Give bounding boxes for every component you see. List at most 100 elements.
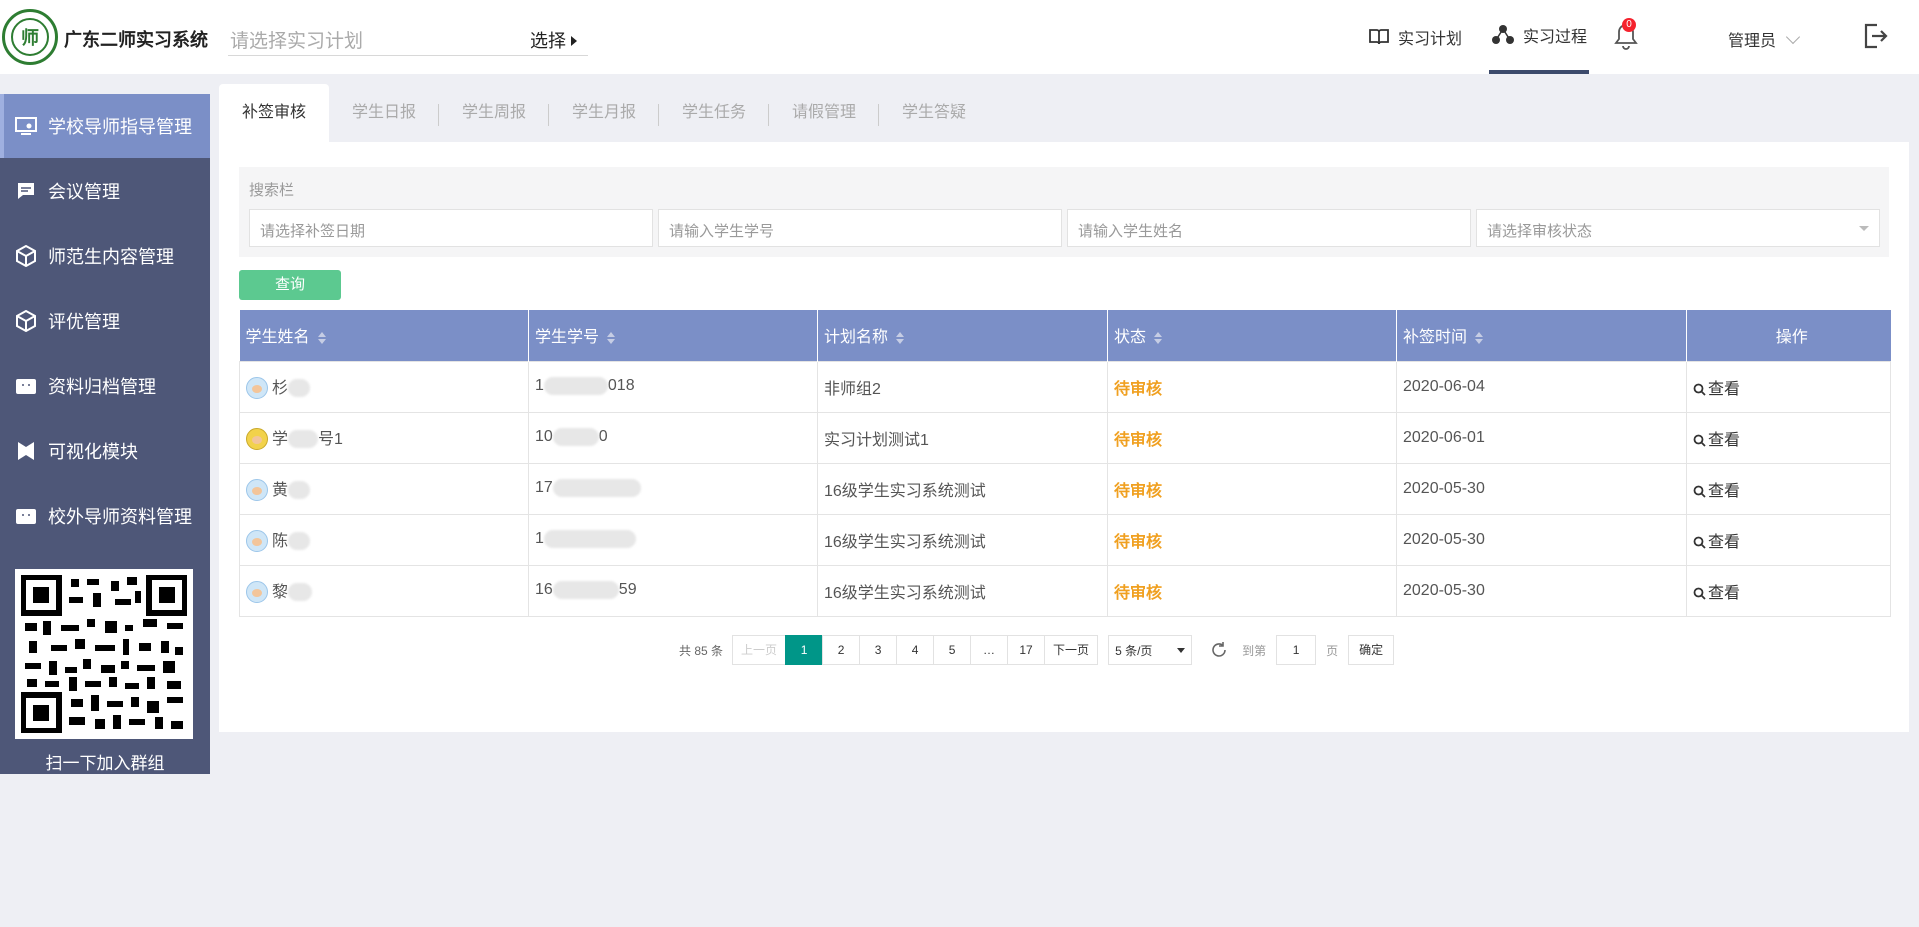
page-button[interactable]: 2 — [822, 635, 861, 665]
search-icon — [1693, 587, 1706, 600]
cell-plan-name: 非师组2 — [817, 360, 1108, 413]
caret-right-icon — [571, 36, 577, 46]
sidebar-item-meeting[interactable]: 会议管理 — [0, 159, 210, 223]
next-page-button[interactable]: 下一页 — [1044, 635, 1099, 665]
page-button[interactable]: 4 — [896, 635, 935, 665]
top-header: 师 广东二师实习系统 请选择实习计划 选择 实习计划 实习过程 0 管理员 — [0, 0, 1919, 74]
chat-icon — [14, 179, 38, 203]
nav-internship-plan[interactable]: 实习计划 — [1368, 0, 1462, 74]
column-header-student-id[interactable]: 学生学号 — [528, 310, 818, 361]
refresh-icon[interactable] — [1210, 641, 1228, 659]
view-button[interactable]: 查看 — [1693, 534, 1740, 551]
sidebar-item-normal-student[interactable]: 师范生内容管理 — [0, 224, 210, 288]
redacted-text — [543, 377, 608, 396]
sidebar-item-visualization[interactable]: 可视化模块 — [0, 419, 210, 483]
logout-icon[interactable] — [1862, 22, 1888, 50]
table-row: 黄 17 16级学生实习系统测试 待审核 2020-05-30 查看 — [239, 462, 1891, 515]
cell-status: 待审核 — [1107, 513, 1397, 566]
monitor-icon — [14, 114, 38, 138]
page-size-select[interactable]: 5 条/页 — [1108, 635, 1193, 665]
goto-confirm-button[interactable]: 确定 — [1348, 635, 1395, 665]
page-button[interactable]: 17 — [1007, 635, 1046, 665]
cell-actions: 查看 — [1686, 513, 1891, 566]
cell-student-name: 陈 — [239, 513, 529, 566]
cell-status: 待审核 — [1107, 462, 1397, 515]
user-menu[interactable]: 管理员 — [1728, 27, 1801, 51]
view-button[interactable]: 查看 — [1693, 483, 1740, 500]
sidebar-item-evaluation[interactable]: 评优管理 — [0, 289, 210, 353]
tab-student-qa[interactable]: 学生答疑 — [879, 84, 989, 142]
cell-status: 待审核 — [1107, 411, 1397, 464]
review-table: 学生姓名 学生学号 计划名称 状态 补签时间 操作 杉 1 018 非师组2 待审… — [239, 310, 1891, 617]
share-nodes-icon — [1492, 25, 1514, 44]
dropdown-arrow-icon — [1177, 647, 1186, 653]
cell-student-id: 1 018 — [528, 360, 818, 413]
app-title: 广东二师实习系统 — [64, 30, 208, 50]
redacted-text — [552, 479, 641, 498]
search-icon — [1693, 536, 1706, 549]
cell-actions: 查看 — [1686, 360, 1891, 413]
cell-makeup-time: 2020-05-30 — [1396, 564, 1687, 617]
view-button[interactable]: 查看 — [1693, 381, 1740, 398]
sort-icon[interactable] — [1154, 332, 1163, 345]
nav-internship-process[interactable]: 实习过程 — [1489, 0, 1590, 74]
column-header-student-name[interactable]: 学生姓名 — [239, 310, 529, 361]
redacted-text — [543, 530, 636, 549]
cube-icon — [14, 244, 38, 268]
tab-daily-report[interactable]: 学生日报 — [329, 84, 439, 142]
plan-select-placeholder[interactable]: 请选择实习计划 — [230, 26, 363, 53]
query-button[interactable]: 查询 — [239, 270, 341, 300]
status-badge: 待审核 — [1114, 431, 1163, 449]
cell-plan-name: 16级学生实习系统测试 — [817, 513, 1108, 566]
makeup-date-input[interactable]: 请选择补签日期 — [249, 209, 653, 247]
sidebar-item-archive[interactable]: 资料归档管理 — [0, 354, 210, 418]
goto-page-input[interactable]: 1 — [1276, 635, 1317, 665]
cell-student-id: 1 — [528, 513, 818, 566]
sort-icon[interactable] — [1475, 332, 1484, 345]
page-button[interactable]: 5 — [933, 635, 972, 665]
redacted-text — [288, 430, 319, 449]
avatar — [246, 581, 268, 604]
cell-plan-name: 实习计划测试1 — [817, 411, 1108, 464]
column-header-status[interactable]: 状态 — [1107, 310, 1397, 361]
sidebar-item-school-mentor[interactable]: 学校导师指导管理 — [0, 94, 210, 158]
tab-student-tasks[interactable]: 学生任务 — [659, 84, 769, 142]
school-logo: 师 — [2, 9, 58, 65]
plan-selector[interactable]: 请选择实习计划 选择 — [228, 16, 588, 56]
sort-icon[interactable] — [607, 332, 616, 345]
sidebar-item-external-mentor[interactable]: 校外导师资料管理 — [0, 484, 210, 548]
view-button[interactable]: 查看 — [1693, 585, 1740, 602]
select-button[interactable]: 选择 — [530, 27, 577, 53]
column-header-makeup-time[interactable]: 补签时间 — [1396, 310, 1687, 361]
sort-icon[interactable] — [896, 332, 905, 345]
status-badge: 待审核 — [1114, 380, 1163, 398]
cell-student-name: 黎 — [239, 564, 529, 617]
prev-page-button[interactable]: 上一页 — [732, 635, 787, 665]
avatar — [246, 479, 268, 502]
tab-leave-management[interactable]: 请假管理 — [769, 84, 879, 142]
view-button[interactable]: 查看 — [1693, 432, 1740, 449]
redacted-text — [552, 428, 599, 447]
tab-monthly-report[interactable]: 学生月报 — [549, 84, 659, 142]
dropdown-arrow-icon — [1859, 226, 1869, 231]
page-button[interactable]: 3 — [859, 635, 898, 665]
page-ellipsis: … — [970, 635, 1009, 665]
review-status-select[interactable]: 请选择审核状态 — [1476, 209, 1880, 247]
cell-student-id: 16 59 — [528, 564, 818, 617]
page-button[interactable]: 1 — [785, 635, 824, 665]
sort-icon[interactable] — [317, 332, 326, 345]
redacted-text — [288, 379, 311, 398]
pagination: 共 85 条 上一页 1 2 3 4 5 … 17 下一页 5 条/页 到第 1… — [679, 635, 1395, 665]
search-bar: 搜索栏 请选择补签日期 请输入学生学号 请输入学生姓名 请选择审核状态 — [239, 167, 1889, 257]
cell-makeup-time: 2020-06-04 — [1396, 360, 1687, 413]
student-name-input[interactable]: 请输入学生姓名 — [1067, 209, 1471, 247]
cell-student-name: 学号1 — [239, 411, 529, 464]
column-header-plan-name[interactable]: 计划名称 — [817, 310, 1108, 361]
total-count: 共 85 条 — [679, 643, 724, 658]
tab-weekly-report[interactable]: 学生周报 — [439, 84, 549, 142]
student-id-input[interactable]: 请输入学生学号 — [658, 209, 1062, 247]
qr-code-image — [15, 569, 193, 739]
avatar — [246, 377, 268, 400]
table-header-row: 学生姓名 学生学号 计划名称 状态 补签时间 操作 — [239, 310, 1891, 361]
tab-makeup-review[interactable]: 补签审核 — [219, 84, 329, 142]
